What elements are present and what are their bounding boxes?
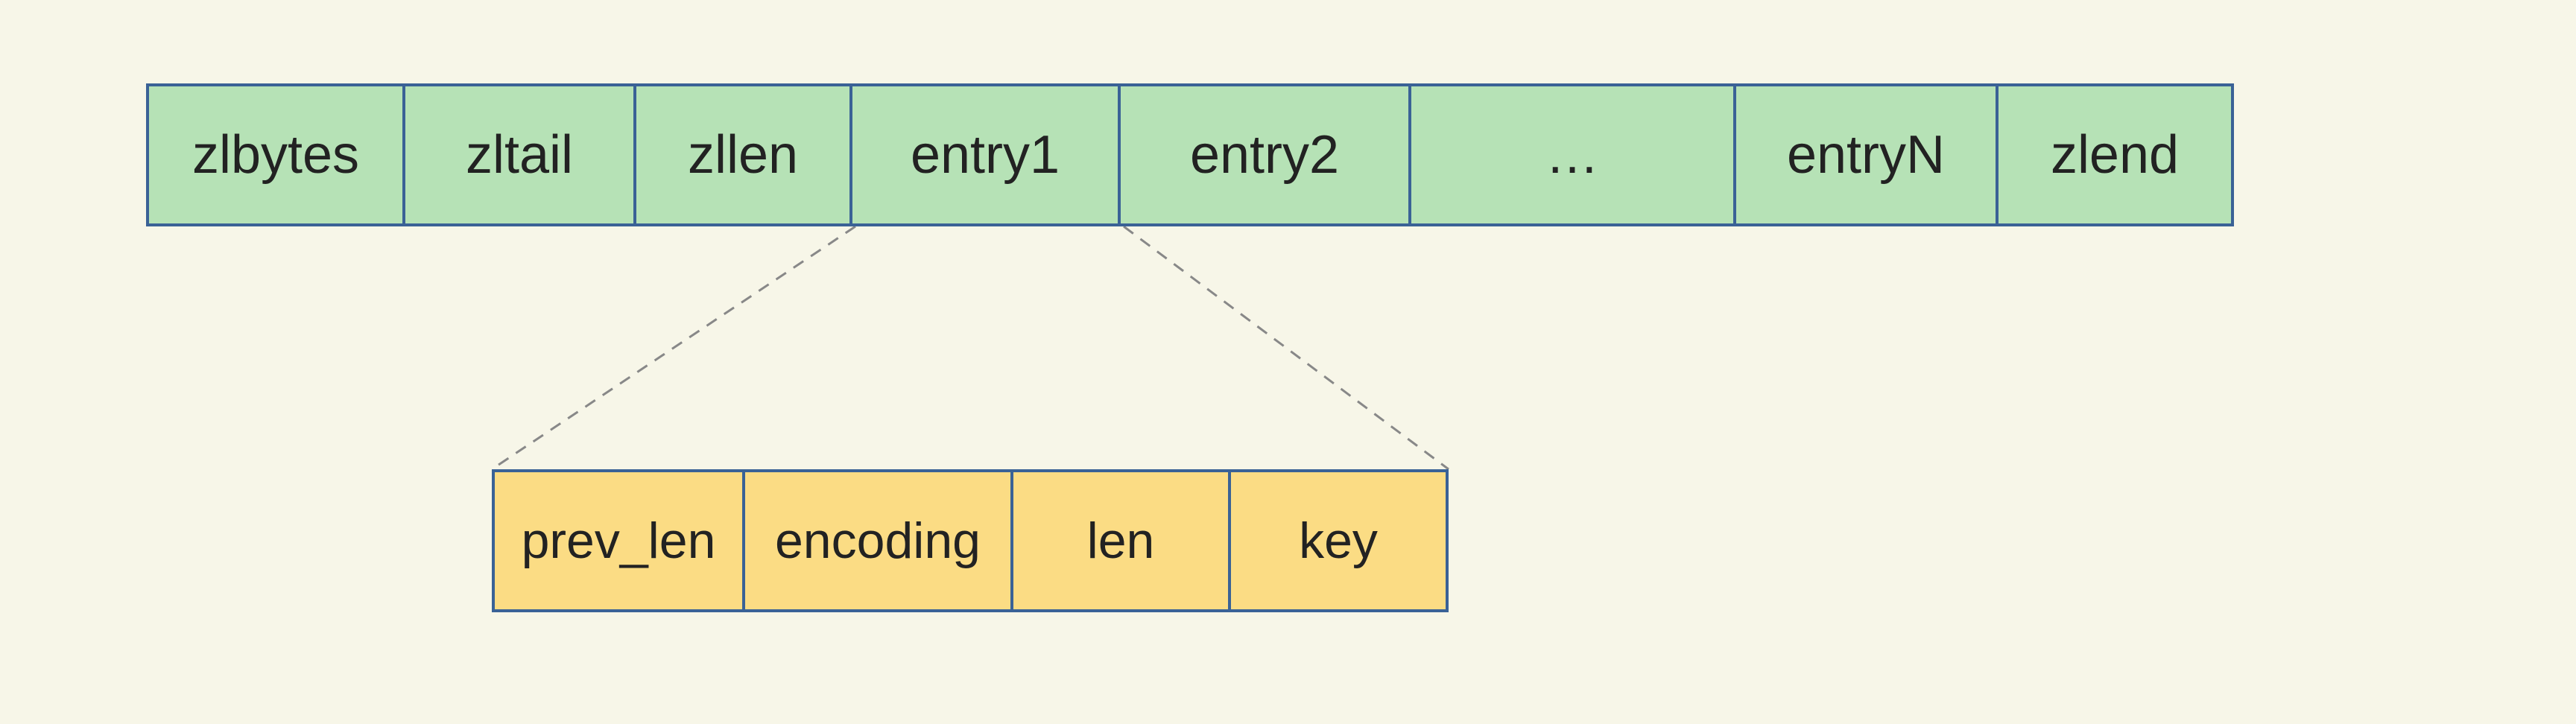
cell-entry2: entry2 bbox=[1118, 83, 1411, 226]
cell-len: len bbox=[1010, 469, 1231, 612]
cell-prev-len: prev_len bbox=[492, 469, 745, 612]
entry-structure-row: prev_len encoding len key bbox=[492, 469, 1449, 612]
cell-zlbytes: zlbytes bbox=[146, 83, 405, 226]
cell-entry1: entry1 bbox=[849, 83, 1121, 226]
cell-encoding: encoding bbox=[742, 469, 1013, 612]
expansion-connector bbox=[0, 226, 2576, 469]
cell-zltail: zltail bbox=[402, 83, 636, 226]
cell-zlend: zlend bbox=[1996, 83, 2234, 226]
cell-entryn: entryN bbox=[1733, 83, 1999, 226]
cell-key: key bbox=[1228, 469, 1449, 612]
cell-zllen: zllen bbox=[633, 83, 852, 226]
cell-ellipsis: … bbox=[1408, 83, 1736, 226]
ziplist-structure-row: zlbytes zltail zllen entry1 entry2 … ent… bbox=[146, 83, 2234, 226]
